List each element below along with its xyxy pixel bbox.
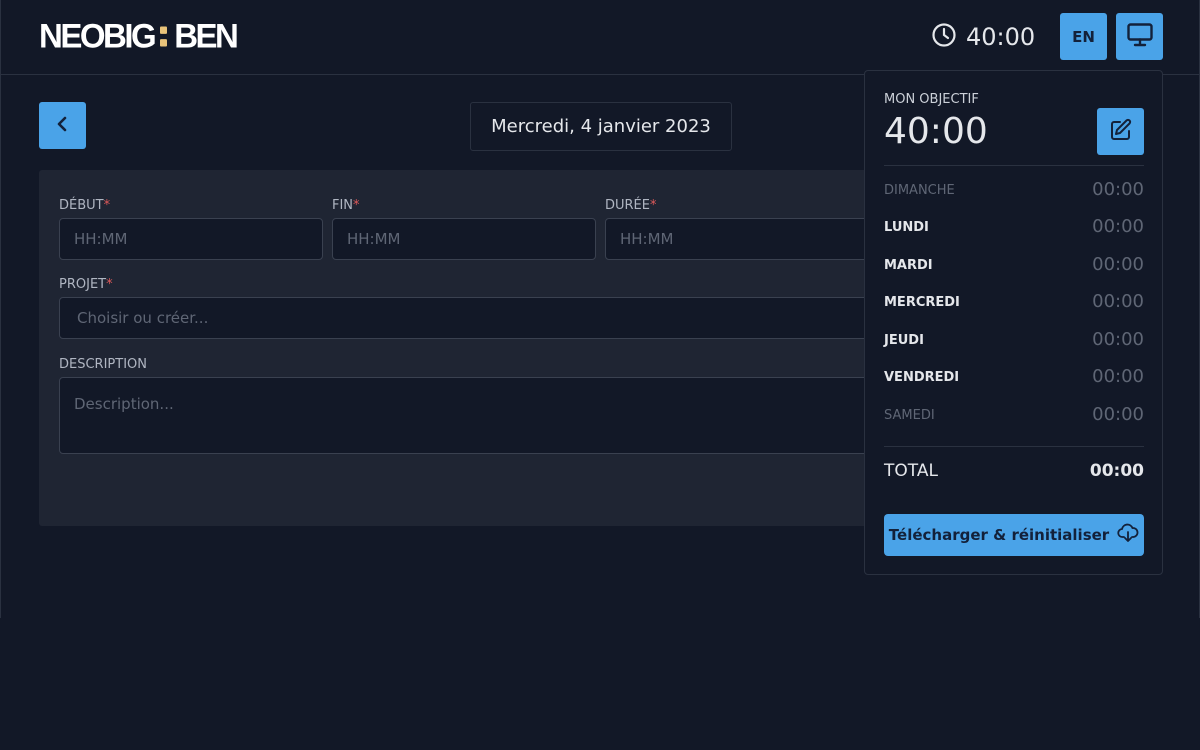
day-name: JEUDI — [884, 333, 924, 348]
day-value: 00:00 — [1092, 254, 1144, 275]
day-value: 00:00 — [1092, 179, 1144, 200]
goal-value: 40:00 — [884, 111, 988, 152]
day-name: VENDREDI — [884, 370, 960, 385]
download-reset-button[interactable]: Télécharger & réinitialiser — [884, 514, 1144, 556]
project-select[interactable]: Choisir ou créer... — [59, 297, 869, 339]
language-button[interactable]: EN — [1060, 13, 1107, 60]
total-label: TOTAL — [884, 461, 938, 481]
divider — [884, 165, 1144, 166]
monitor-icon — [1126, 22, 1154, 52]
day-row-saturday: SAMEDI 00:00 — [884, 404, 1144, 426]
end-label: FIN* — [332, 198, 360, 213]
start-input[interactable]: HH:MM — [59, 218, 323, 260]
day-name: SAMEDI — [884, 408, 935, 423]
logo: NEOBIG BEN — [39, 16, 239, 55]
day-name: MERCREDI — [884, 295, 960, 310]
total-value: 00:00 — [1089, 461, 1144, 481]
end-input[interactable]: HH:MM — [332, 218, 596, 260]
edit-goal-button[interactable] — [1097, 108, 1144, 155]
start-label: DÉBUT* — [59, 198, 111, 213]
timer-value: 40:00 — [966, 23, 1036, 51]
logo-colon-icon — [160, 26, 168, 46]
download-label: Télécharger & réinitialiser — [888, 526, 1110, 544]
total-row: TOTAL 00:00 — [884, 459, 1144, 483]
weekly-timer: 40:00 — [931, 22, 1035, 52]
goal-label: MON OBJECTIF — [884, 92, 979, 107]
day-value: 00:00 — [1092, 216, 1144, 237]
cloud-download-icon — [1117, 523, 1139, 547]
day-value: 00:00 — [1092, 404, 1144, 425]
day-value: 00:00 — [1092, 366, 1144, 387]
project-label: PROJET* — [59, 277, 113, 292]
top-bar: NEOBIG BEN 40:00 EN — [1, 0, 1200, 75]
entry-form: DÉBUT* HH:MM FIN* HH:MM DURÉE* HH:MM PRO… — [39, 170, 869, 526]
display-button[interactable] — [1116, 13, 1163, 60]
day-row-sunday: DIMANCHE 00:00 — [884, 179, 1144, 201]
app-shell: NEOBIG BEN 40:00 EN Mercredi, 4 janvier … — [0, 0, 1200, 618]
clock-icon — [931, 22, 957, 52]
day-row-friday: VENDREDI 00:00 — [884, 366, 1144, 388]
edit-icon — [1109, 118, 1133, 146]
day-value: 00:00 — [1092, 291, 1144, 312]
duration-input[interactable]: HH:MM — [605, 218, 869, 260]
day-name: MARDI — [884, 258, 933, 273]
day-name: LUNDI — [884, 220, 929, 235]
day-value: 00:00 — [1092, 329, 1144, 350]
divider — [884, 446, 1144, 447]
current-date[interactable]: Mercredi, 4 janvier 2023 — [470, 102, 732, 151]
goal-popover: MON OBJECTIF 40:00 DIMANCHE 00:00 LUNDI … — [864, 70, 1163, 575]
day-row-tuesday: MARDI 00:00 — [884, 254, 1144, 276]
logo-right: BEN — [174, 16, 239, 55]
language-label: EN — [1072, 27, 1095, 46]
logo-left: NEOBIG — [39, 16, 157, 55]
chevron-left-icon — [54, 115, 72, 137]
previous-day-button[interactable] — [39, 102, 86, 149]
day-name: DIMANCHE — [884, 183, 955, 198]
day-row-thursday: JEUDI 00:00 — [884, 329, 1144, 351]
description-field[interactable]: Description... — [59, 377, 869, 454]
duration-label: DURÉE* — [605, 198, 657, 213]
day-row-wednesday: MERCREDI 00:00 — [884, 291, 1144, 313]
day-row-monday: LUNDI 00:00 — [884, 216, 1144, 238]
description-label: DESCRIPTION — [59, 357, 147, 372]
